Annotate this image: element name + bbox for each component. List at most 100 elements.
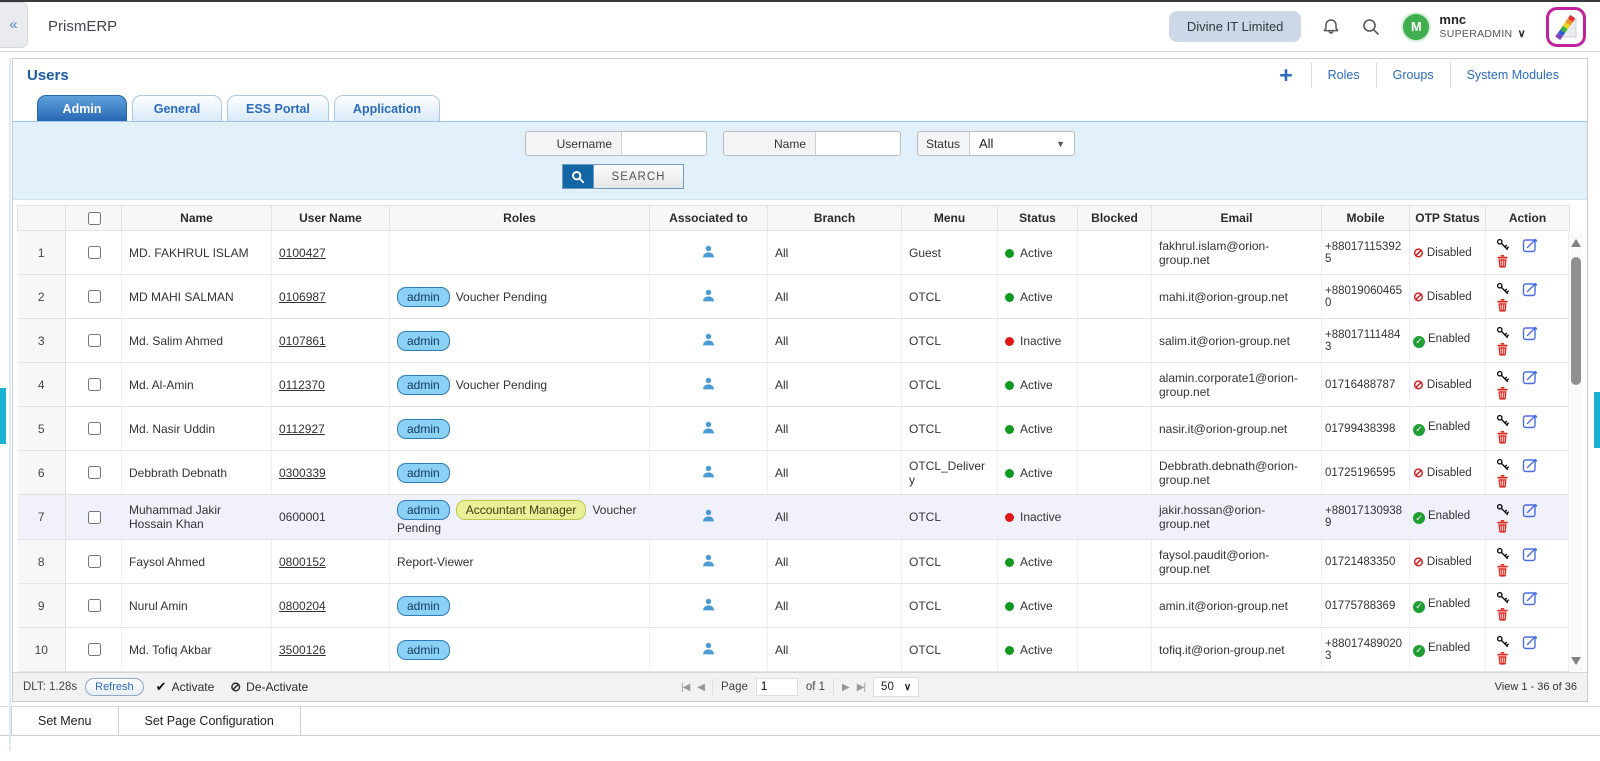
username-link[interactable]: 0100427 (279, 246, 326, 260)
username-link[interactable]: 0107861 (279, 334, 326, 348)
name-filter-input[interactable] (816, 132, 900, 155)
row-checkbox[interactable] (87, 422, 101, 435)
tab-admin[interactable]: Admin (37, 95, 127, 121)
col-roles[interactable]: Roles (389, 205, 650, 231)
set-menu-tab[interactable]: Set Menu (11, 707, 119, 735)
col-blocked[interactable]: Blocked (1077, 205, 1152, 231)
delete-icon[interactable] (1496, 386, 1509, 400)
delete-icon[interactable] (1496, 342, 1509, 356)
col-associated-to[interactable]: Associated to (649, 205, 768, 231)
username-link[interactable]: 3500126 (279, 643, 326, 657)
person-icon[interactable] (701, 641, 716, 656)
refresh-button[interactable]: Refresh (85, 678, 144, 696)
edit-icon[interactable] (1522, 281, 1538, 297)
person-icon[interactable] (701, 597, 716, 612)
tab-general[interactable]: General (132, 95, 222, 121)
col-action[interactable]: Action (1485, 205, 1570, 231)
edit-icon[interactable] (1522, 502, 1538, 518)
deactivate-button[interactable]: ⊘ De-Activate (230, 679, 308, 695)
set-page-configuration-tab[interactable]: Set Page Configuration (118, 707, 301, 735)
tab-ess-portal[interactable]: ESS Portal (227, 95, 329, 121)
notifications-bell-icon[interactable] (1321, 17, 1341, 37)
company-button[interactable]: Divine IT Limited (1168, 11, 1302, 42)
delete-icon[interactable] (1496, 519, 1509, 533)
delete-icon[interactable] (1496, 651, 1509, 665)
add-user-button[interactable]: + (1261, 62, 1310, 88)
tab-application[interactable]: Application (333, 95, 440, 121)
username-link[interactable]: 0300339 (279, 466, 326, 480)
scroll-up-icon[interactable] (1571, 239, 1581, 247)
roles-link[interactable]: Roles (1310, 62, 1376, 88)
username-filter-input[interactable] (622, 132, 706, 155)
key-icon[interactable] (1496, 238, 1510, 252)
row-checkbox[interactable] (87, 246, 101, 259)
col-otp-status[interactable]: OTP Status (1409, 205, 1486, 231)
col-email[interactable]: Email (1151, 205, 1322, 231)
col-status[interactable]: Status (997, 205, 1078, 231)
row-checkbox[interactable] (87, 599, 101, 612)
sidebar-collapse-button[interactable]: « (0, 1, 28, 48)
prism-app-logo[interactable] (1546, 6, 1586, 47)
key-icon[interactable] (1496, 414, 1510, 428)
delete-icon[interactable] (1496, 563, 1509, 577)
prev-page-button[interactable]: ◀ (697, 682, 705, 693)
edit-icon[interactable] (1522, 634, 1538, 650)
left-scroll-marker[interactable] (0, 388, 6, 444)
delete-icon[interactable] (1496, 298, 1509, 312)
edit-icon[interactable] (1522, 546, 1538, 562)
row-checkbox[interactable] (87, 643, 101, 656)
col-branch[interactable]: Branch (767, 205, 902, 231)
key-icon[interactable] (1496, 635, 1510, 649)
next-page-button[interactable]: ▶ (842, 682, 850, 693)
edit-icon[interactable] (1522, 590, 1538, 606)
row-checkbox[interactable] (87, 334, 101, 347)
person-icon[interactable] (701, 508, 716, 523)
key-icon[interactable] (1496, 547, 1510, 561)
row-checkbox[interactable] (87, 290, 101, 303)
key-icon[interactable] (1496, 326, 1510, 340)
activate-button[interactable]: ✔ Activate (156, 679, 215, 695)
table-scrollbar[interactable] (1568, 231, 1583, 671)
groups-link[interactable]: Groups (1375, 62, 1450, 88)
user-menu[interactable]: M mnc SUPERADMIN ∨ (1401, 11, 1526, 42)
username-link[interactable]: 0800204 (279, 599, 326, 613)
last-page-button[interactable]: ▶| (857, 682, 866, 693)
username-link[interactable]: 0106987 (279, 290, 326, 304)
col-user-name[interactable]: User Name (271, 205, 390, 231)
key-icon[interactable] (1496, 282, 1510, 296)
search-button[interactable]: SEARCH (562, 164, 684, 189)
right-scroll-marker[interactable] (1594, 392, 1600, 448)
status-filter-select[interactable]: All ▼ (970, 132, 1074, 155)
row-checkbox[interactable] (87, 378, 101, 391)
col-name[interactable]: Name (121, 205, 272, 231)
row-checkbox[interactable] (87, 466, 101, 479)
first-page-button[interactable]: |◀ (681, 682, 690, 693)
col-menu[interactable]: Menu (901, 205, 998, 231)
person-icon[interactable] (701, 420, 716, 435)
page-size-select[interactable]: 50 ∨ (873, 677, 920, 697)
scroll-down-icon[interactable] (1571, 657, 1581, 665)
key-icon[interactable] (1496, 591, 1510, 605)
scrollbar-thumb[interactable] (1571, 257, 1581, 385)
key-icon[interactable] (1496, 458, 1510, 472)
col-mobile[interactable]: Mobile (1321, 205, 1410, 231)
select-all-checkbox[interactable] (87, 211, 101, 225)
username-link[interactable]: 0600001 (279, 510, 326, 524)
search-icon[interactable] (1361, 17, 1381, 37)
username-link[interactable]: 0800152 (279, 555, 326, 569)
delete-icon[interactable] (1496, 254, 1509, 268)
edit-icon[interactable] (1522, 413, 1538, 429)
person-icon[interactable] (701, 464, 716, 479)
person-icon[interactable] (701, 288, 716, 303)
edit-icon[interactable] (1522, 325, 1538, 341)
system-modules-link[interactable]: System Modules (1449, 62, 1575, 88)
row-checkbox[interactable] (87, 555, 101, 568)
delete-icon[interactable] (1496, 474, 1509, 488)
person-icon[interactable] (701, 553, 716, 568)
edit-icon[interactable] (1522, 237, 1538, 253)
delete-icon[interactable] (1496, 607, 1509, 621)
edit-icon[interactable] (1522, 369, 1538, 385)
person-icon[interactable] (701, 244, 716, 259)
key-icon[interactable] (1496, 503, 1510, 517)
key-icon[interactable] (1496, 370, 1510, 384)
